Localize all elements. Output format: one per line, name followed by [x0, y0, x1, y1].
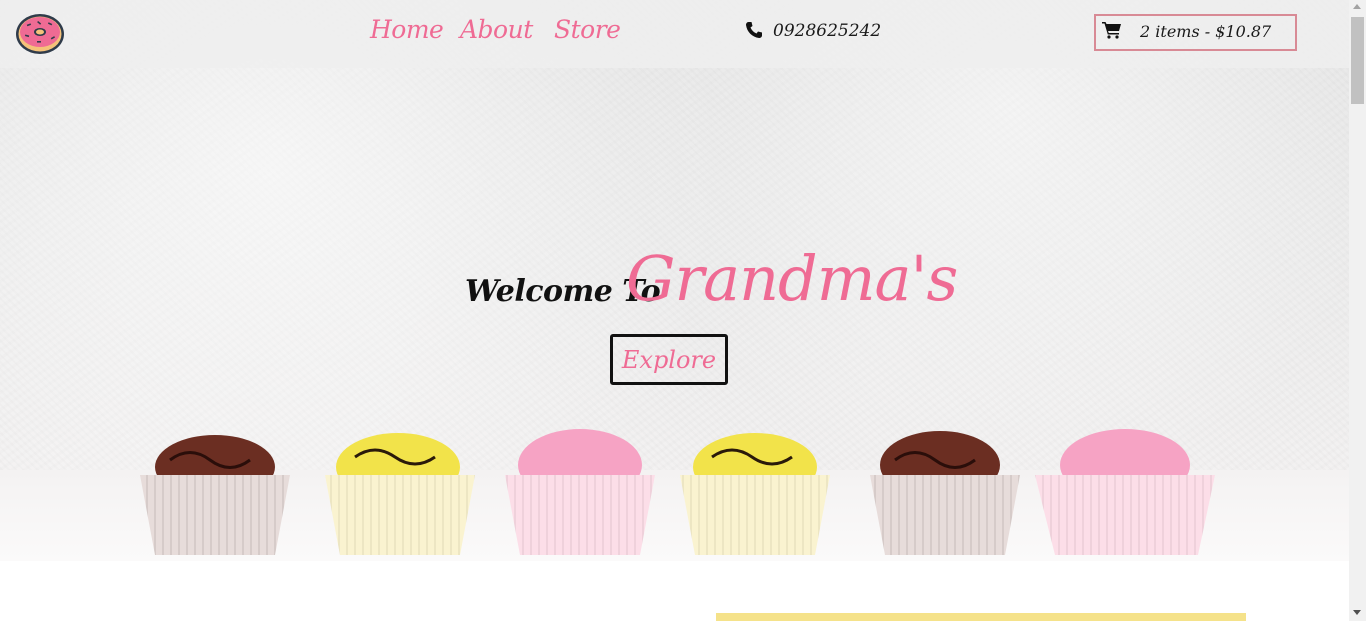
nav-link-home[interactable]: Home [370, 15, 444, 44]
scroll-up-arrow-icon[interactable] [1353, 4, 1361, 9]
scroll-down-arrow-icon[interactable] [1353, 610, 1361, 615]
shopping-cart-icon [1102, 22, 1121, 39]
vertical-scrollbar[interactable] [1349, 0, 1366, 621]
cart-summary: 2 items - $10.87 [1140, 22, 1272, 41]
brand-title: Grandma's [626, 242, 958, 315]
cupcake-pink [505, 429, 655, 555]
explore-button[interactable]: Explore [610, 334, 728, 385]
section-highlight-bar [716, 613, 1246, 621]
phone-number: 0928625242 [773, 21, 882, 41]
navbar: Home About Store 0928625242 2 items - $1… [0, 0, 1349, 68]
scrollbar-thumb[interactable] [1351, 17, 1364, 104]
phone-icon [746, 22, 762, 38]
donut-icon[interactable] [15, 13, 65, 55]
page: Welcome To Grandma's Explore Home About … [0, 0, 1349, 621]
cupcake-yellow-2 [680, 433, 830, 555]
cupcake-chocolate-2 [870, 431, 1020, 555]
hero-section: Welcome To Grandma's Explore [0, 0, 1349, 561]
cart-button[interactable]: 2 items - $10.87 [1094, 14, 1297, 51]
cupcake-chocolate [140, 435, 290, 555]
cupcake-yellow [325, 433, 475, 555]
nav-link-about[interactable]: About [460, 15, 533, 44]
cupcakes-image [140, 429, 1215, 555]
cupcake-pink-2 [1035, 429, 1215, 555]
nav-link-store[interactable]: Store [554, 15, 621, 44]
